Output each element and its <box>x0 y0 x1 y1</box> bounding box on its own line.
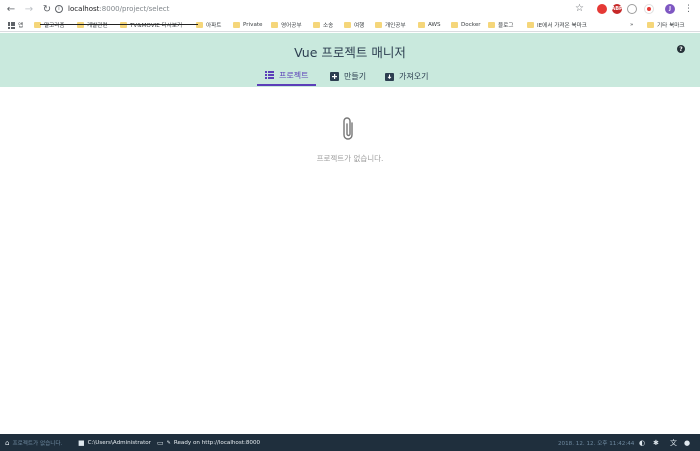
folder-icon <box>488 22 495 28</box>
bookmarks-overflow-button[interactable]: » <box>630 21 633 29</box>
bookmark-label: 소송 <box>323 23 334 29</box>
bookmark-apps[interactable]: 앱 <box>8 21 23 29</box>
title-main: 프로젝트 매니저 <box>317 45 406 60</box>
ready-text: Ready on http://localhost:8000 <box>173 439 261 446</box>
bookmark-label: 아파트 <box>206 23 222 29</box>
profile-avatar[interactable]: J <box>665 4 675 14</box>
folder-icon <box>77 22 84 28</box>
menu-dots-icon[interactable]: ⋮ <box>684 3 693 15</box>
folder-icon <box>647 22 654 28</box>
bookmark-label: 개인공부 <box>385 23 406 29</box>
tab-label: 가져오기 <box>399 71 429 81</box>
bookmark-folder[interactable]: IE에서 가져온 북마크 <box>527 21 587 29</box>
bookmark-folder[interactable]: Docker <box>451 21 481 29</box>
overflow-label: » <box>630 22 634 28</box>
tab-create[interactable]: 만들기 <box>322 66 374 86</box>
bookmark-star-icon[interactable]: ☆ <box>575 3 584 15</box>
bookmark-folder[interactable]: TV&MOVIE 다시보기 <box>120 21 182 29</box>
bookmark-folder[interactable]: 영어공부 <box>271 21 302 29</box>
help-glyph: ? <box>679 45 683 53</box>
folder-icon: ■ <box>78 438 85 447</box>
folder-icon <box>233 22 240 28</box>
folder-status[interactable]: ■ C:\Users\Administrator <box>78 437 151 448</box>
bookmark-label: 블로그 <box>498 23 514 29</box>
home-status[interactable]: ⌂ 프로젝트가 없습니다. <box>5 437 62 448</box>
folder-icon <box>451 22 458 28</box>
paperclip-icon <box>338 116 360 146</box>
folder-icon <box>196 22 203 28</box>
tab-projects[interactable]: 프로젝트 <box>257 66 317 86</box>
title-prefix: Vue <box>294 45 318 60</box>
link-icon: ✎ <box>166 439 171 446</box>
bookmark-folder[interactable]: AWS <box>418 21 441 29</box>
bookmark-other[interactable]: 기타 북마크 <box>647 21 685 29</box>
status-text: 프로젝트가 없습니다. <box>12 440 63 447</box>
bookmark-label: 개발관련 <box>87 23 108 29</box>
divider <box>40 24 198 25</box>
folder-icon <box>120 22 127 28</box>
folder-icon <box>527 22 534 28</box>
contrast-icon[interactable]: ◐ <box>639 437 648 448</box>
monitor-icon: ▭ <box>157 438 164 447</box>
plus-icon <box>330 71 339 81</box>
bookmark-label: TV&MOVIE 다시보기 <box>130 23 183 29</box>
bookmark-label: 알고리즘 <box>44 23 65 29</box>
home-icon: ⌂ <box>5 438 10 447</box>
help-icon[interactable]: ? <box>677 45 685 53</box>
folder-icon <box>375 22 382 28</box>
info-icon[interactable]: i <box>55 5 63 13</box>
page-title: Vue 프로젝트 매니저 <box>0 42 700 61</box>
folder-path: C:\Users\Administrator <box>87 439 151 446</box>
bookmark-folder[interactable]: 여행 <box>344 21 364 29</box>
back-arrow-icon[interactable]: ← <box>4 2 18 16</box>
tab-import[interactable]: 가져오기 <box>377 66 436 86</box>
reload-icon[interactable]: ↻ <box>40 2 54 16</box>
url-path: :8000/project/select <box>99 5 170 13</box>
bookmark-folder[interactable]: 개인공부 <box>375 21 406 29</box>
forward-arrow-icon[interactable]: → <box>22 2 36 16</box>
bookmark-label: Docker <box>461 22 481 28</box>
opera-icon[interactable] <box>597 4 607 14</box>
bookmark-label: 기타 북마크 <box>657 23 685 29</box>
bookmark-label: AWS <box>428 22 441 28</box>
folder-icon <box>418 22 425 28</box>
folder-icon <box>313 22 320 28</box>
folder-icon <box>34 22 41 28</box>
tab-label: 프로젝트 <box>279 70 309 80</box>
datetime-text: 2018. 12. 12. 오후 11:42:44 <box>558 440 635 447</box>
adblock-icon[interactable]: ABP <box>611 4 623 14</box>
notification-icon[interactable]: ● <box>684 437 693 448</box>
url-host: localhost <box>68 5 100 13</box>
import-icon <box>385 72 394 81</box>
bookmark-folder[interactable]: 아파트 <box>196 21 221 29</box>
folder-icon <box>271 22 278 28</box>
bookmark-label: 앱 <box>18 23 24 29</box>
empty-state-message: 프로젝트가 없습니다. <box>316 154 384 163</box>
bug-icon[interactable]: ✱ <box>653 437 662 448</box>
address-bar[interactable]: i localhost:8000/project/select <box>55 3 593 15</box>
translate-icon[interactable]: 文 <box>670 437 680 448</box>
bookmark-folder[interactable]: 개발관련 <box>77 21 108 29</box>
bookmark-folder[interactable]: 블로그 <box>488 21 513 29</box>
apps-grid-icon <box>8 21 15 29</box>
tab-label: 만들기 <box>344 71 367 81</box>
status-bar: ⌂ 프로젝트가 없습니다. ■ C:\Users\Administrator ▭… <box>0 434 700 451</box>
terminal-status[interactable]: ▭ ✎ Ready on http://localhost:8000 <box>157 437 260 448</box>
bookmark-label: 영어공부 <box>281 23 302 29</box>
datetime: 2018. 12. 12. 오후 11:42:44 <box>558 437 634 448</box>
bookmark-folder[interactable]: 알고리즘 <box>34 21 65 29</box>
bookmarks-bar: 앱 알고리즘 개발관련 TV&MOVIE 다시보기 아파트 Private 영어… <box>0 18 700 32</box>
bookmark-folder[interactable]: 소송 <box>313 21 333 29</box>
bookmark-label: IE에서 가져온 북마크 <box>537 23 587 29</box>
list-icon <box>265 71 274 80</box>
extension-icon[interactable] <box>627 4 637 14</box>
folder-icon <box>344 22 351 28</box>
ext-red-icon[interactable] <box>644 4 654 14</box>
bookmark-folder[interactable]: Private <box>233 21 263 29</box>
bookmark-label: 여행 <box>354 23 365 29</box>
bookmark-label: Private <box>243 22 263 28</box>
